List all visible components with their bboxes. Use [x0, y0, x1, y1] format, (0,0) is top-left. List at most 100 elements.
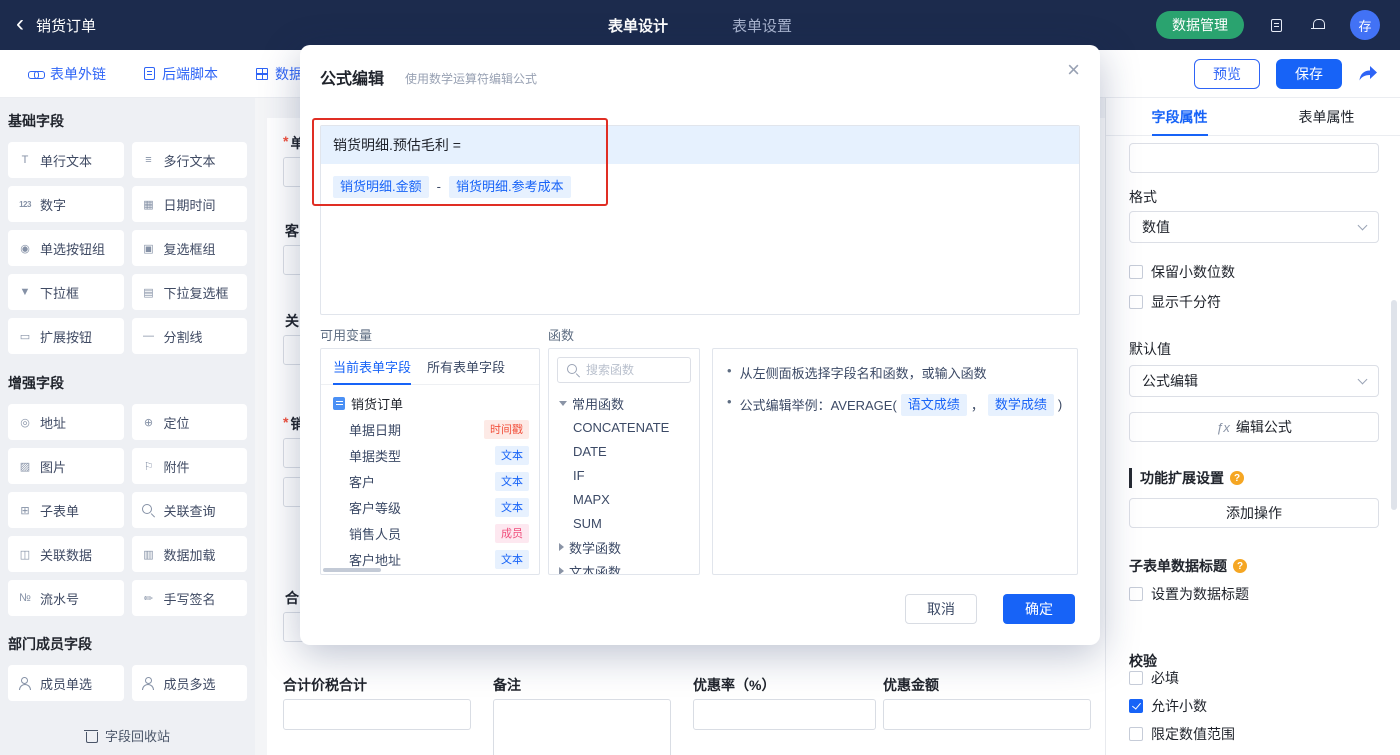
field-title-input[interactable] — [1129, 143, 1379, 173]
field-item-attachment[interactable]: ⚐ 附件 — [131, 448, 247, 484]
linked-query-icon — [141, 503, 157, 517]
format-select[interactable]: 数值 — [1129, 211, 1379, 243]
field-item-divider[interactable]: — 分割线 — [131, 318, 247, 354]
default-value-select[interactable]: 公式编辑 — [1129, 365, 1379, 397]
bullet-icon: • — [727, 394, 732, 409]
field-item-address[interactable]: ◎ 地址 — [8, 404, 124, 440]
app-icon[interactable] — [1266, 15, 1286, 35]
function-group-label: 常用函数 — [572, 396, 625, 412]
avatar[interactable]: 存 — [1350, 10, 1380, 40]
field-item-serial-number[interactable]: № 流水号 — [8, 580, 124, 616]
function-group-math[interactable]: 数学函数 — [549, 535, 699, 559]
canvas-field-input[interactable] — [883, 699, 1091, 730]
function-search[interactable] — [557, 357, 691, 383]
checkbox-set-data-title[interactable]: 设置为数据标题 — [1129, 584, 1249, 604]
variable-type-tag: 成员 — [495, 523, 529, 543]
notification-icon[interactable] — [1308, 15, 1328, 35]
formula-operator: - — [436, 179, 441, 195]
variable-row[interactable]: 单据日期 时间戳 — [321, 416, 539, 442]
field-item-dropdown-multi[interactable]: ▤ 下拉复选框 — [131, 274, 247, 310]
properties-panel: 字段属性 表单属性 格式 数值 保留小数位数 显示千分符 默认值 公式编辑 ƒx… — [1105, 98, 1400, 755]
share-icon[interactable] — [1358, 65, 1378, 82]
checkbox-label: 设置为数据标题 — [1151, 586, 1249, 602]
header-left: ‹ 销货订单 — [0, 11, 96, 36]
function-item-sum[interactable]: SUM — [549, 511, 699, 535]
back-icon[interactable]: ‹ — [16, 11, 24, 36]
function-item-mapx[interactable]: MAPX — [549, 487, 699, 511]
field-item-label: 关联数据 — [40, 547, 93, 563]
data-load-icon: ▥ — [143, 548, 154, 561]
field-item-dropdown[interactable]: ▼ 下拉框 — [8, 274, 124, 310]
field-item-member-multi[interactable]: 成员多选 — [131, 665, 247, 701]
ok-button[interactable]: 确定 — [1003, 594, 1075, 624]
field-item-data-load[interactable]: ▥ 数据加载 — [131, 536, 247, 572]
member-single-icon — [17, 676, 33, 690]
function-search-input[interactable] — [586, 363, 678, 377]
formula-editor[interactable]: 销货明细.预估毛利 = 销货明细.金额 - 销货明细.参考成本 — [320, 125, 1080, 315]
checkbox-required[interactable]: 必填 — [1129, 668, 1179, 688]
field-item-label: 成员多选 — [163, 676, 216, 692]
checkbox-limit-range[interactable]: 限定数值范围 — [1129, 724, 1235, 744]
tab-form-settings[interactable]: 表单设置 — [732, 15, 792, 36]
variable-name: 单据日期 — [349, 422, 402, 438]
close-icon[interactable]: × — [1067, 59, 1080, 81]
header-nav: 表单设计 表单设置 — [608, 0, 792, 50]
function-item-date[interactable]: DATE — [549, 439, 699, 463]
canvas-field-remark: 备注 — [493, 675, 671, 755]
field-item-member-single[interactable]: 成员单选 — [8, 665, 124, 701]
field-item-checkbox-group[interactable]: ▣ 复选框组 — [131, 230, 247, 266]
add-action-button[interactable]: 添加操作 — [1129, 498, 1379, 528]
formula-token-left[interactable]: 销货明细.金额 — [333, 176, 429, 198]
checkbox-keep-decimals[interactable]: 保留小数位数 — [1129, 262, 1235, 282]
field-item-linked-query[interactable]: 关联查询 — [131, 492, 247, 528]
function-group-common[interactable]: 常用函数 — [549, 391, 699, 415]
field-item-number[interactable]: 123 数字 — [8, 186, 124, 222]
form-external-link[interactable]: 表单外链 — [28, 64, 106, 84]
tab-form-design[interactable]: 表单设计 — [608, 15, 668, 36]
canvas-field-input[interactable] — [693, 699, 876, 730]
canvas-field-textarea[interactable] — [493, 699, 671, 755]
field-item-subform[interactable]: ⊞ 子表单 — [8, 492, 124, 528]
function-item-concatenate[interactable]: CONCATENATE — [549, 415, 699, 439]
variable-row[interactable]: 客户等级 文本 — [321, 494, 539, 520]
help-icon[interactable]: ? — [1230, 471, 1244, 485]
horizontal-scrollbar[interactable] — [323, 568, 381, 572]
field-item-image[interactable]: ▨ 图片 — [8, 448, 124, 484]
tab-field-properties[interactable]: 字段属性 — [1106, 98, 1253, 135]
link-label: 后端脚本 — [162, 65, 218, 82]
address-icon: ◎ — [20, 416, 30, 429]
formula-token-right[interactable]: 销货明细.参考成本 — [448, 176, 571, 198]
field-item-radio-group[interactable]: ◉ 单选按钮组 — [8, 230, 124, 266]
dropdown-icon: ▼ — [19, 286, 31, 298]
data-manage-button[interactable]: 数据管理 — [1156, 11, 1244, 39]
field-item-signature[interactable]: ✏ 手写签名 — [131, 580, 247, 616]
save-button[interactable]: 保存 — [1276, 58, 1342, 89]
checkbox-allow-decimal[interactable]: 允许小数 — [1129, 696, 1207, 716]
field-item-extend-button[interactable]: ▭ 扩展按钮 — [8, 318, 124, 354]
canvas-field-input[interactable] — [283, 699, 471, 730]
tab-all-form-fields[interactable]: 所有表单字段 — [427, 349, 505, 385]
variable-row[interactable]: 客户 文本 — [321, 468, 539, 494]
field-item-linked-data[interactable]: ◫ 关联数据 — [8, 536, 124, 572]
field-item-location[interactable]: ⊕ 定位 — [131, 404, 247, 440]
tab-current-form-fields[interactable]: 当前表单字段 — [333, 349, 412, 385]
form-tree-node[interactable]: 销货订单 — [321, 385, 539, 416]
edit-formula-button[interactable]: ƒx 编辑公式 — [1129, 412, 1379, 442]
checkbox-thousands-separator[interactable]: 显示千分符 — [1129, 292, 1221, 312]
field-item-single-line-text[interactable]: T 单行文本 — [8, 142, 124, 178]
field-item-multi-line-text[interactable]: ≡ 多行文本 — [131, 142, 247, 178]
function-item-if[interactable]: IF — [549, 463, 699, 487]
tab-form-properties[interactable]: 表单属性 — [1253, 98, 1400, 135]
help-icon[interactable]: ? — [1233, 559, 1247, 573]
recycle-bin[interactable]: 字段回收站 — [0, 726, 255, 745]
function-group-text[interactable]: 文本函数 — [549, 559, 699, 574]
variable-row[interactable]: 单据类型 文本 — [321, 442, 539, 468]
panel-scrollbar[interactable] — [1391, 300, 1397, 510]
functions-panel: 常用函数 CONCATENATE DATE IF MAPX SUM 数学函数 文… — [548, 348, 700, 575]
backend-script-link[interactable]: 后端脚本 — [144, 64, 218, 84]
formula-expression: 销货明细.金额 - 销货明细.参考成本 — [321, 164, 1079, 198]
field-item-datetime[interactable]: ▦ 日期时间 — [131, 186, 247, 222]
variable-row[interactable]: 销售人员 成员 — [321, 520, 539, 546]
preview-button[interactable]: 预览 — [1194, 58, 1260, 89]
cancel-button[interactable]: 取消 — [905, 594, 977, 624]
